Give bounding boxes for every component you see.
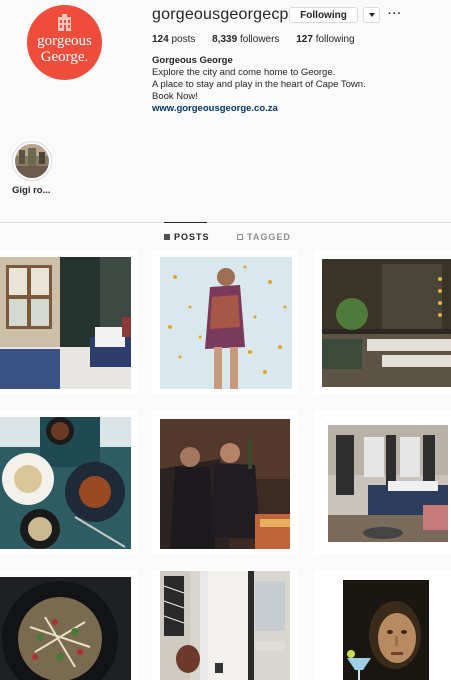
restaurant-interior-photo xyxy=(322,259,451,387)
bio-line: Explore the city and come home to George… xyxy=(152,67,336,78)
building-icon xyxy=(58,14,71,31)
salad-bowl-photo xyxy=(0,577,131,680)
posts-stat: 124 posts xyxy=(152,34,196,45)
post-tile[interactable] xyxy=(152,249,298,395)
modern-bedroom-photo xyxy=(328,425,448,542)
profile-stats: 124 posts 8,339 followers 127 following xyxy=(152,34,369,45)
highlight-label: Gigi ro... xyxy=(12,185,51,196)
post-tile[interactable] xyxy=(152,409,298,555)
profile-bio: Gorgeous George Explore the city and com… xyxy=(152,55,442,115)
woman-confetti-photo xyxy=(160,257,292,389)
active-tab-indicator xyxy=(164,222,207,223)
post-tile[interactable] xyxy=(152,569,298,680)
more-options-icon[interactable]: ··· xyxy=(388,7,402,21)
profile-avatar[interactable]: gorgeous George. xyxy=(27,5,102,80)
post-tile[interactable] xyxy=(0,569,138,680)
hotel-bedroom-window-photo xyxy=(0,257,131,389)
grid-icon xyxy=(164,234,170,240)
bathroom-doorway-photo xyxy=(160,571,290,680)
women-robes-champagne-photo xyxy=(160,419,290,549)
avatar-wordmark-line1: gorgeous xyxy=(37,33,92,49)
renaissance-portrait-cocktail-photo xyxy=(343,580,429,680)
following-button[interactable]: Following xyxy=(289,7,358,23)
chevron-down-icon[interactable] xyxy=(363,7,380,23)
tag-icon xyxy=(237,234,243,240)
following-stat[interactable]: 127 following xyxy=(296,34,354,45)
tab-tagged[interactable]: TAGGED xyxy=(237,232,291,242)
post-tile[interactable] xyxy=(0,249,138,395)
tabs-divider xyxy=(0,222,451,223)
bio-line: Book Now! xyxy=(152,91,198,102)
tab-tagged-label: TAGGED xyxy=(247,232,291,242)
highlight-cover-image[interactable] xyxy=(15,144,49,178)
post-tile[interactable] xyxy=(313,409,451,555)
followers-stat[interactable]: 8,339 followers xyxy=(212,34,279,45)
post-tile[interactable] xyxy=(313,249,451,395)
profile-username: gorgeousgeorgecpt xyxy=(152,6,294,23)
bio-line: A place to stay and play in the heart of… xyxy=(152,79,366,90)
bio-name: Gorgeous George xyxy=(152,55,233,66)
bio-website-link[interactable]: www.gorgeousgeorge.co.za xyxy=(152,103,442,115)
post-tile[interactable] xyxy=(313,569,451,680)
tab-posts[interactable]: POSTS xyxy=(164,232,210,242)
post-tile[interactable] xyxy=(0,409,138,555)
tab-posts-label: POSTS xyxy=(174,232,210,242)
avatar-wordmark-line2: George. xyxy=(40,49,89,65)
food-plates-photo xyxy=(0,417,131,549)
